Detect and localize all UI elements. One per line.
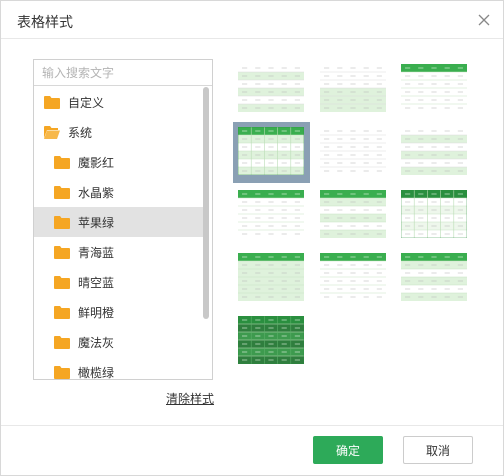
table-style-dialog: 表格样式 自定义 系统 魔影红 <box>0 0 504 476</box>
tree-item-label: 苹果绿 <box>78 215 115 230</box>
dialog-header: 表格样式 <box>1 1 503 39</box>
folder-icon <box>54 215 70 229</box>
tree-item-magic-red[interactable]: 魔影红 <box>34 147 204 177</box>
table-style-thumbnail[interactable] <box>401 64 467 112</box>
tree-item-label: 系统 <box>68 125 93 140</box>
tree-item-magic-gray[interactable]: 魔法灰 <box>34 327 204 357</box>
tree-item-system[interactable]: 系统 <box>34 117 204 147</box>
cancel-button[interactable]: 取消 <box>403 436 473 464</box>
tree-item-apple-green[interactable]: 苹果绿 <box>34 207 204 237</box>
ok-button[interactable]: 确定 <box>313 436 383 464</box>
folder-icon <box>54 275 70 289</box>
table-style-thumbnail[interactable] <box>238 64 304 112</box>
table-style-thumbnail[interactable] <box>320 190 386 238</box>
tree-item-label: 魔法灰 <box>78 335 115 350</box>
tree-item-sky-blue[interactable]: 晴空蓝 <box>34 267 204 297</box>
tree-item-olive-green[interactable]: 橄榄绿 <box>34 357 204 380</box>
tree-item-label: 青海蓝 <box>78 245 115 260</box>
table-style-thumbnail[interactable] <box>238 190 304 238</box>
folder-icon <box>54 335 70 349</box>
table-style-thumbnail[interactable] <box>320 127 386 175</box>
folder-icon <box>54 245 70 259</box>
folder-icon <box>44 95 60 109</box>
tree-item-label: 鲜明橙 <box>78 305 115 320</box>
tree-item-label: 橄榄绿 <box>78 365 115 380</box>
tree-scrollbar[interactable] <box>203 87 209 319</box>
table-style-thumbnail[interactable] <box>238 316 304 364</box>
table-style-thumbnail[interactable] <box>238 253 304 301</box>
table-style-thumbnail[interactable] <box>320 64 386 112</box>
table-style-thumbnail[interactable] <box>238 127 304 175</box>
tree-item-bright-orange[interactable]: 鲜明橙 <box>34 297 204 327</box>
style-tree: 自定义 系统 魔影红 水晶紫 苹果绿 青海蓝 晴空蓝 鲜明橙 魔法灰 橄榄绿 <box>34 87 204 380</box>
tree-item-custom[interactable]: 自定义 <box>34 87 204 117</box>
folder-icon <box>54 155 70 169</box>
search-input[interactable] <box>34 60 212 86</box>
tree-item-label: 水晶紫 <box>78 185 115 200</box>
tree-item-qinghai-blue[interactable]: 青海蓝 <box>34 237 204 267</box>
folder-icon <box>54 185 70 199</box>
tree-item-label: 魔影红 <box>78 155 115 170</box>
folder-icon <box>54 365 70 379</box>
close-icon[interactable] <box>475 11 493 29</box>
table-style-thumbnail[interactable] <box>401 127 467 175</box>
clear-style-link[interactable]: 清除样式 <box>166 390 214 407</box>
table-style-thumbnail[interactable] <box>401 253 467 301</box>
folder-icon <box>54 305 70 319</box>
table-style-thumbnail[interactable] <box>401 190 467 238</box>
dialog-title: 表格样式 <box>17 15 73 31</box>
tree-item-label: 自定义 <box>68 95 105 110</box>
tree-item-crystal-purple[interactable]: 水晶紫 <box>34 177 204 207</box>
style-tree-panel: 自定义 系统 魔影红 水晶紫 <box>33 59 213 380</box>
table-style-thumbnail[interactable] <box>320 253 386 301</box>
tree-item-label: 晴空蓝 <box>78 275 115 290</box>
folder-open-icon <box>44 125 60 139</box>
